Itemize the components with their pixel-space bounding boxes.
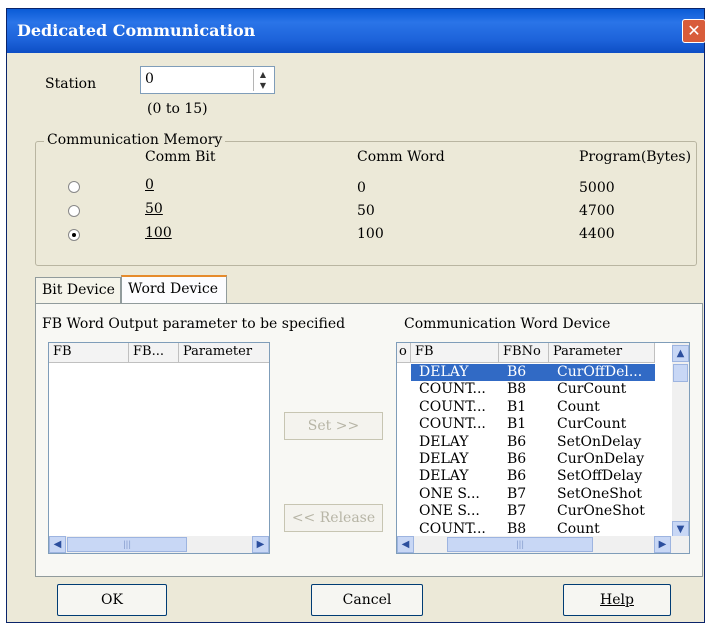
list-item[interactable]: COUNT... B1 Count	[411, 399, 655, 416]
cell-param: CurOffDel...	[557, 364, 643, 380]
radio-comm-0[interactable]	[68, 181, 80, 193]
cell-fbno: B6	[507, 364, 527, 380]
list-item[interactable]: ONE S... B7 CurOneShot	[411, 503, 655, 520]
list-item[interactable]: DELAY B6 CurOffDel...	[411, 364, 655, 381]
comm-word-value: 0	[357, 180, 366, 196]
spin-arrows[interactable]: ▲ ▼	[253, 69, 272, 91]
comm-word-device-list[interactable]: o FB FBNo Parameter DELAY B6 CurOffDel... C…	[396, 342, 690, 554]
program-bytes-value: 5000	[579, 180, 615, 196]
program-bytes-header: Program(Bytes)	[579, 149, 692, 165]
scroll-right-icon[interactable]: ▶	[654, 536, 671, 553]
horizontal-scrollbar[interactable]: ◀ ||| ▶	[397, 536, 689, 553]
scroll-thumb[interactable]: |||	[447, 537, 593, 552]
cell-fbno: B6	[507, 433, 527, 450]
list-item[interactable]: DELAY B6 CurOnDelay	[411, 451, 655, 468]
word-device-panel: FB Word Output parameter to be specified…	[35, 303, 703, 577]
cell-fbno: B8	[507, 520, 527, 537]
col-header-fbno[interactable]: FBNo	[499, 343, 549, 363]
cell-fbno: B8	[507, 381, 527, 398]
cell-fb: DELAY	[419, 468, 469, 485]
cell-param: Count	[557, 520, 600, 537]
radio-comm-100[interactable]	[68, 229, 80, 241]
horizontal-scrollbar[interactable]: ◀ ||| ▶	[49, 536, 269, 553]
list-item[interactable]: COUNT... B1 CurCount	[411, 416, 655, 433]
col-header-parameter[interactable]: Parameter	[549, 343, 655, 363]
comm-bit-header: Comm Bit	[145, 149, 216, 165]
cell-fb: DELAY	[419, 451, 469, 467]
list-item[interactable]: COUNT... B8 CurCount	[411, 381, 655, 398]
cell-fb: COUNT...	[419, 520, 486, 537]
list-item[interactable]: DELAY B6 SetOffDelay	[411, 468, 655, 485]
cell-param: CurCount	[557, 416, 627, 433]
scroll-thumb[interactable]: |||	[67, 537, 187, 552]
comm-bit-value[interactable]: 50	[145, 201, 163, 217]
scroll-right-icon[interactable]: ▶	[252, 536, 269, 553]
cell-fb: COUNT...	[419, 381, 486, 398]
radio-comm-50[interactable]	[68, 205, 80, 217]
col-header-fb[interactable]: FB	[49, 343, 129, 363]
cell-fb: DELAY	[419, 364, 469, 380]
cell-param: CurCount	[557, 381, 627, 398]
title-bar[interactable]: Dedicated Communication ✕	[7, 9, 705, 53]
comm-word-value: 100	[357, 226, 384, 242]
tab-word-device[interactable]: Word Device	[121, 275, 227, 305]
station-range-hint: (0 to 15)	[147, 101, 208, 117]
scroll-left-icon[interactable]: ◀	[397, 536, 414, 553]
cell-param: SetOnDelay	[557, 433, 642, 450]
cell-fbno: B6	[507, 468, 527, 485]
cell-param: SetOffDelay	[557, 468, 643, 485]
station-spinbox[interactable]: 0 ▲ ▼	[140, 66, 275, 94]
cell-fb: COUNT...	[419, 416, 486, 433]
cell-fbno: B6	[507, 451, 527, 467]
cell-fb: DELAY	[419, 433, 469, 450]
spin-up-icon[interactable]: ▲	[254, 69, 272, 80]
scroll-thumb[interactable]	[673, 364, 688, 382]
cell-param: CurOneShot	[557, 503, 645, 520]
cell-fb: ONE S...	[419, 485, 480, 502]
set-button[interactable]: Set >>	[284, 412, 383, 440]
scroll-up-icon[interactable]: ▲	[672, 345, 689, 362]
program-bytes-value: 4700	[579, 203, 615, 219]
cell-param: SetOneShot	[557, 485, 642, 502]
comm-word-device-caption: Communication Word Device	[404, 316, 611, 332]
cell-param: Count	[557, 398, 600, 415]
comm-word-value: 50	[357, 203, 375, 219]
cell-fb: COUNT...	[419, 398, 486, 415]
dialog-title: Dedicated Communication	[17, 21, 256, 40]
cell-fbno: B7	[507, 503, 527, 520]
station-value[interactable]: 0	[145, 71, 154, 87]
close-icon[interactable]: ✕	[682, 19, 705, 43]
cell-fbno: B1	[507, 398, 527, 415]
col-header-parameter[interactable]: Parameter	[179, 343, 269, 363]
station-label: Station	[45, 76, 97, 92]
tab-bit-device[interactable]: Bit Device	[35, 277, 121, 303]
cancel-button[interactable]: Cancel	[311, 584, 423, 616]
scroll-left-icon[interactable]: ◀	[49, 536, 66, 553]
spin-down-icon[interactable]: ▼	[254, 80, 272, 91]
cell-param: CurOnDelay	[557, 451, 645, 467]
cell-fbno: B1	[507, 416, 527, 433]
release-button[interactable]: << Release	[284, 504, 383, 532]
program-bytes-value: 4400	[579, 226, 615, 242]
fb-output-caption: FB Word Output parameter to be specified	[42, 316, 346, 332]
ok-button[interactable]: OK	[57, 584, 167, 616]
comm-memory-legend: Communication Memory	[44, 132, 226, 148]
col-header-no[interactable]: o	[397, 343, 411, 363]
fb-output-list[interactable]: FB FB... Parameter ◀ ||| ▶	[48, 342, 270, 554]
col-header-fbno[interactable]: FB...	[129, 343, 179, 363]
list-item[interactable]: DELAY B6 SetOnDelay	[411, 434, 655, 451]
help-button[interactable]: Help	[563, 584, 671, 616]
comm-bit-value[interactable]: 100	[145, 225, 172, 241]
list-item[interactable]: ONE S... B7 SetOneShot	[411, 486, 655, 503]
cell-fbno: B7	[507, 485, 527, 502]
cell-fb: ONE S...	[419, 503, 480, 520]
col-header-fb[interactable]: FB	[411, 343, 499, 363]
vertical-scrollbar[interactable]: ▲ ▼	[672, 343, 689, 538]
dialog-window: Dedicated Communication ✕ Station 0 ▲ ▼ …	[6, 8, 705, 623]
comm-bit-value[interactable]: 0	[145, 177, 154, 193]
comm-word-header: Comm Word	[357, 149, 445, 165]
